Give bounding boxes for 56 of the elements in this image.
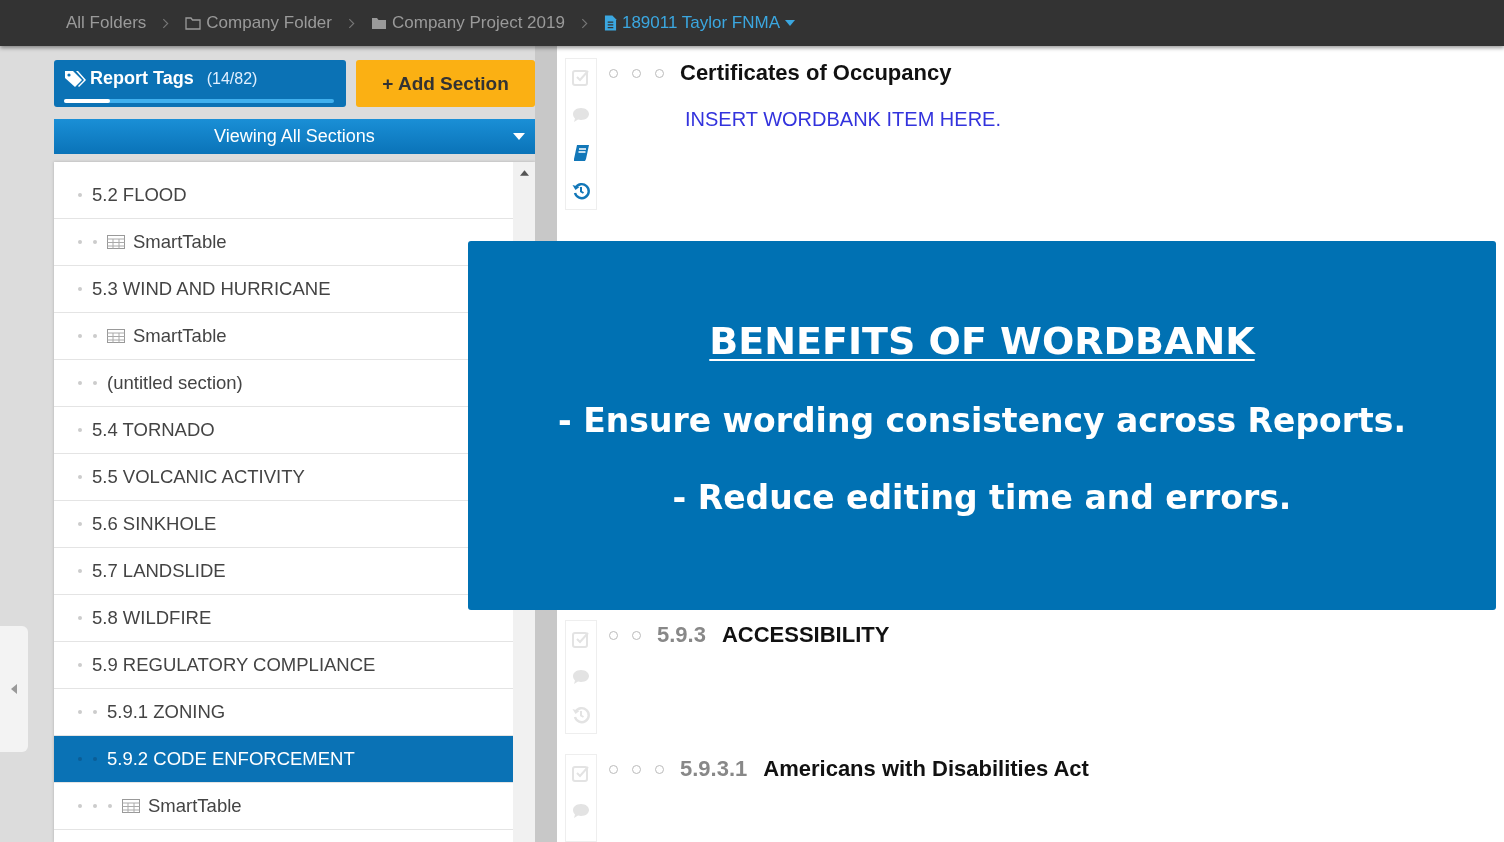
wordbank-placeholder[interactable]: INSERT WORDBANK ITEM HERE. [685, 108, 1001, 131]
checkbox-icon[interactable] [571, 629, 591, 649]
banner-title: BENEFITS OF WORDBANK [709, 319, 1255, 363]
banner-text: - Reduce editing time and errors. [672, 478, 1292, 517]
report-tags-button[interactable]: Report Tags (14/82) [54, 60, 346, 107]
view-sections-dropdown[interactable]: Viewing All Sections [54, 119, 535, 154]
comment-icon[interactable] [571, 105, 591, 125]
section-number: 5.9.3 [657, 622, 706, 648]
folder-icon [185, 16, 202, 30]
section-title: Certificates of Occupancy [680, 60, 952, 86]
book-icon[interactable] [571, 143, 591, 163]
outline-item[interactable]: 5.9.2 CODE ENFORCEMENT [54, 736, 513, 783]
outline-item[interactable]: SmartTable [54, 783, 513, 830]
checkbox-icon[interactable] [571, 763, 591, 783]
section-number: 5.9.3.1 [680, 756, 748, 782]
indent-dots-icon [78, 569, 82, 573]
folder-icon [371, 16, 387, 30]
comment-icon[interactable] [571, 667, 591, 687]
outline-item[interactable]: 5.2 FLOOD [54, 172, 513, 219]
section-title: Americans with Disabilities Act [763, 756, 1089, 782]
indent-dots-icon [78, 428, 82, 432]
collapse-tab[interactable] [0, 626, 28, 752]
indent-dots-icon [78, 287, 82, 291]
breadcrumb-link[interactable]: Company Folder [185, 13, 332, 33]
chevron-icon [162, 17, 170, 29]
indent-dots-icon [78, 663, 82, 667]
table-icon [122, 799, 140, 813]
indent-dots-icon [78, 193, 82, 197]
checkbox-icon[interactable] [571, 67, 591, 87]
caret-icon [785, 20, 796, 26]
section-title: ACCESSIBILITY [721, 622, 890, 648]
caret-icon [513, 133, 525, 140]
caret-left-icon [11, 684, 17, 694]
indent-dots-icon [78, 710, 97, 714]
history-icon[interactable] [571, 181, 591, 201]
indent-dots-icon [78, 334, 97, 338]
comment-icon[interactable] [571, 801, 591, 821]
scroll-up-icon [519, 170, 529, 176]
banner-text: - Ensure wording consistency across Reports. [558, 401, 1406, 440]
table-icon [107, 235, 125, 249]
table-icon [107, 329, 125, 343]
breadcrumb-link[interactable]: 189011 Taylor FNMA [603, 13, 796, 33]
indent-dots-icon [78, 804, 112, 808]
indent-dots-icon [78, 240, 97, 244]
indent-dots-icon [78, 475, 82, 479]
indent-dots-icon [78, 381, 97, 385]
chevron-icon [348, 17, 355, 29]
breadcrumb-link[interactable]: All Folders [66, 13, 147, 33]
breadcrumb-link[interactable]: Company Project 2019 [371, 13, 565, 33]
outline-item[interactable]: 5.9 REGULATORY COMPLIANCE [54, 642, 513, 689]
chevron-icon [580, 17, 588, 29]
indent-dots-icon [78, 522, 82, 526]
indent-dots-icon [78, 616, 82, 620]
add-section-button[interactable]: + Add Section [356, 60, 535, 107]
tags-icon [64, 69, 86, 88]
document-icon [603, 15, 617, 31]
